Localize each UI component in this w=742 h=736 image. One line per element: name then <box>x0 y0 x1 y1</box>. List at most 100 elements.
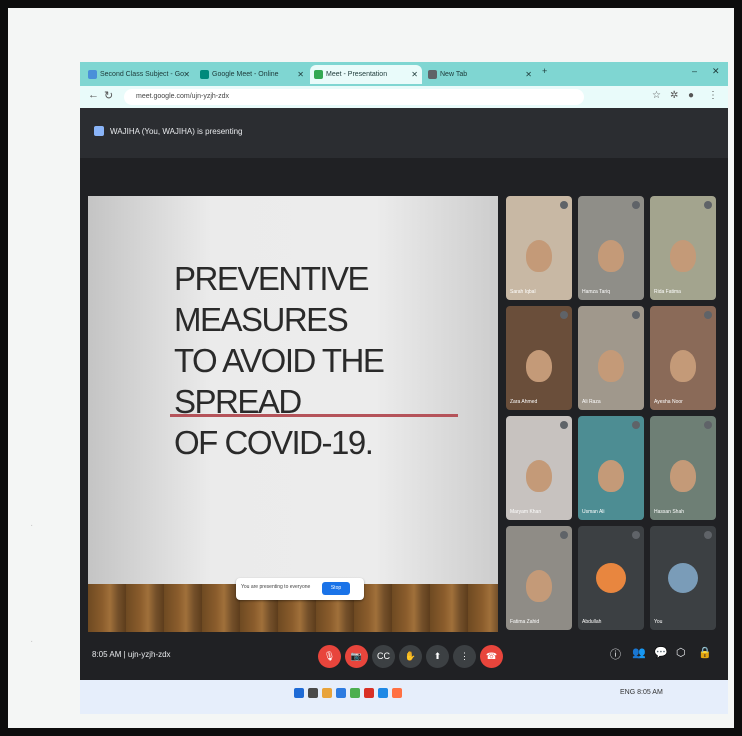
participant-tile[interactable]: Fatima Zahid <box>506 526 572 630</box>
participant-name: Fatima Zahid <box>510 619 540 625</box>
tab-favicon-icon <box>88 70 97 79</box>
os-taskbar: ENG 8:05 AM <box>80 680 728 714</box>
participant-tile[interactable]: Maryam Khan <box>506 416 572 520</box>
participant-video <box>670 239 696 272</box>
participant-video <box>526 569 552 602</box>
taskbar-app-icon[interactable] <box>364 688 374 698</box>
address-bar-row: ← ↻ meet.google.com/ujn-yzjh-zdx ☆ ✲ ● ⋮ <box>80 86 728 108</box>
lock-icon[interactable]: 🔒 <box>698 646 712 659</box>
slide-title: PREVENTIVE MEASURES TO AVOID THE SPREAD … <box>174 258 474 463</box>
chat-icon[interactable]: 💬 <box>654 646 668 659</box>
participant-tile[interactable]: Rida Fatima <box>650 196 716 300</box>
taskbar-app-icon[interactable] <box>322 688 332 698</box>
taskbar-app-icon[interactable] <box>378 688 388 698</box>
back-arrow-icon[interactable]: ← <box>88 89 99 101</box>
window-close-button[interactable]: ✕ <box>712 66 720 77</box>
close-tab-icon[interactable]: ✕ <box>297 65 304 84</box>
mic-muted-icon <box>632 201 640 209</box>
presenting-notice-text: You are presenting to everyone <box>241 584 311 590</box>
tab-label: Google Meet - Online <box>212 71 279 78</box>
participant-tile[interactable]: Ayesha Noor <box>650 306 716 410</box>
taskbar-app-icon[interactable] <box>294 688 304 698</box>
presenting-notice-bar: You are presenting to everyone Stop <box>236 578 364 600</box>
participant-tile[interactable]: Hamza Tariq <box>578 196 644 300</box>
system-tray: ENG 8:05 AM <box>620 689 663 696</box>
margin-mark: · <box>30 520 34 531</box>
address-input[interactable]: meet.google.com/ujn-yzjh-zdx <box>124 89 584 105</box>
mic-muted-icon <box>560 201 568 209</box>
participant-tile[interactable]: Ali Raza <box>578 306 644 410</box>
participant-tile[interactable]: Usman Ali <box>578 416 644 520</box>
participant-video <box>670 349 696 382</box>
taskbar-app-icon[interactable] <box>392 688 402 698</box>
close-tab-icon[interactable]: ✕ <box>183 65 190 84</box>
margin-mark: · <box>30 636 34 647</box>
new-tab-button[interactable]: + <box>542 66 547 76</box>
tab-label: Meet - Presentation <box>326 71 388 78</box>
participant-name: Maryam Khan <box>510 509 542 515</box>
stop-presenting-button[interactable]: Stop <box>322 582 350 595</box>
close-tab-icon[interactable]: ✕ <box>525 65 532 84</box>
mic-muted-icon <box>704 421 712 429</box>
presenting-label: WAJIHA (You, WAJIHA) is presenting <box>110 126 243 136</box>
participant-name: Ayesha Noor <box>654 399 683 405</box>
participant-name: Abdullah <box>582 619 602 625</box>
activities-icon[interactable]: ⬡ <box>676 646 686 659</box>
participant-name: Zara Ahmed <box>510 399 538 405</box>
presenting-indicator: WAJIHA (You, WAJIHA) is presenting <box>94 126 243 136</box>
participant-tile[interactable]: Zara Ahmed <box>506 306 572 410</box>
mic-off-button[interactable]: 🎙 <box>318 645 341 668</box>
participant-video <box>526 459 552 492</box>
minimize-button[interactable]: – <box>692 66 697 76</box>
browser-tab[interactable]: New Tab ✕ <box>424 65 536 84</box>
present-button[interactable]: ⬆ <box>426 645 449 668</box>
slide-accent-rule <box>170 414 458 417</box>
participant-name: You <box>654 619 663 625</box>
participant-tile[interactable]: You <box>650 526 716 630</box>
extensions-icon[interactable]: ✲ <box>670 90 678 101</box>
leave-call-button[interactable]: ☎ <box>480 645 503 668</box>
camera-off-button[interactable]: 📷 <box>345 645 368 668</box>
taskbar-app-icon[interactable] <box>308 688 318 698</box>
participant-tile[interactable]: Hassan Shah <box>650 416 716 520</box>
mic-muted-icon <box>632 531 640 539</box>
tab-label: Second Class Subject - Go <box>100 71 185 78</box>
participant-tile[interactable]: Abdullah <box>578 526 644 630</box>
participant-avatar <box>668 563 698 593</box>
reload-icon[interactable]: ↻ <box>104 89 113 102</box>
browser-tab[interactable]: Google Meet - Online ✕ <box>196 65 308 84</box>
taskbar-app-icon[interactable] <box>336 688 346 698</box>
slide-title-line: PREVENTIVE MEASURES <box>174 260 370 338</box>
taskbar-app-icon[interactable] <box>350 688 360 698</box>
more-button[interactable]: ⋮ <box>453 645 476 668</box>
tab-favicon-icon <box>200 70 209 79</box>
mic-muted-icon <box>704 531 712 539</box>
participant-video <box>526 349 552 382</box>
mic-muted-icon <box>704 311 712 319</box>
present-screen-icon <box>94 126 104 136</box>
browser-tab-active[interactable]: Meet - Presentation ✕ <box>310 65 422 84</box>
participant-video <box>670 459 696 492</box>
tab-label: New Tab <box>440 71 468 78</box>
raise-hand-button[interactable]: ✋ <box>399 645 422 668</box>
participant-name: Hassan Shah <box>654 509 685 515</box>
menu-kebab-icon[interactable]: ⋮ <box>708 90 718 101</box>
participant-video <box>598 349 624 382</box>
participant-name: Rida Fatima <box>654 289 681 295</box>
shared-slide: PREVENTIVE MEASURES TO AVOID THE SPREAD … <box>88 196 498 632</box>
participant-video <box>526 239 552 272</box>
participant-name: Hamza Tariq <box>582 289 610 295</box>
participant-name: Ali Raza <box>582 399 601 405</box>
people-icon[interactable]: 👥 <box>632 646 646 659</box>
browser-window: Second Class Subject - Go ✕ Google Meet … <box>80 62 728 714</box>
slide-title-line: TO AVOID THE SPREAD <box>174 342 385 420</box>
participant-tile[interactable]: Sarah Iqbal <box>506 196 572 300</box>
profile-avatar-icon[interactable]: ● <box>688 90 694 101</box>
captions-button[interactable]: CC <box>372 645 395 668</box>
star-icon[interactable]: ☆ <box>652 90 661 101</box>
browser-tab[interactable]: Second Class Subject - Go ✕ <box>84 65 194 84</box>
close-tab-icon[interactable]: ✕ <box>411 65 418 84</box>
info-icon[interactable]: ⓘ <box>610 646 621 662</box>
participant-video <box>598 239 624 272</box>
tab-strip: Second Class Subject - Go ✕ Google Meet … <box>80 62 728 86</box>
